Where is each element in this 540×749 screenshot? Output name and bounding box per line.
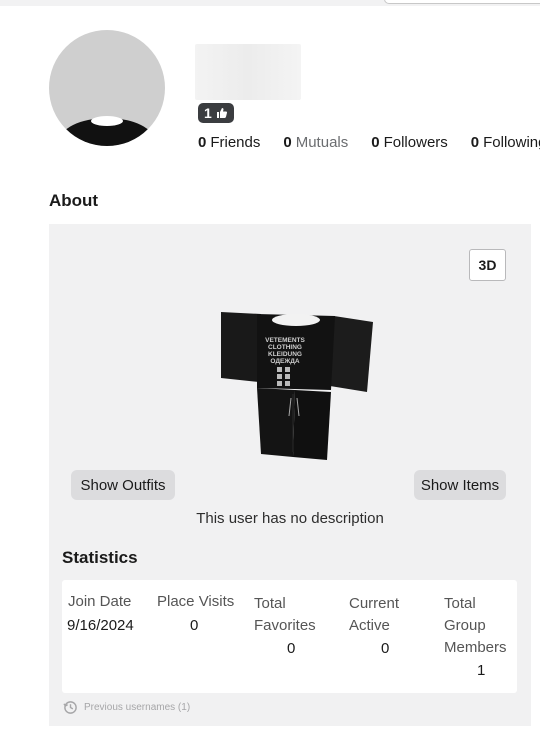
current-active-value: 0 xyxy=(381,640,390,657)
place-visits-label: Place Visits xyxy=(157,593,235,610)
thumbs-up-icon xyxy=(216,108,227,118)
history-icon xyxy=(63,701,77,714)
group-members-label-1: Total xyxy=(444,595,476,612)
profile-description: This user has no description xyxy=(196,510,384,527)
badge-count: 1 xyxy=(204,105,212,121)
profile-avatar[interactable] xyxy=(49,30,165,146)
about-panel: 3D VETEMENTS CLOTHING KLEIDUNG ОДЕЖДА Sh… xyxy=(49,224,531,726)
statistics-table: Join Date 9/16/2024 Place Visits 0 Total… xyxy=(62,580,517,693)
shirt-print-line-2: CLOTHING xyxy=(268,344,302,351)
total-favorites-label-2: Favorites xyxy=(254,617,316,634)
current-active-label-1: Current xyxy=(349,595,400,612)
verified-badge: 1 xyxy=(198,103,234,123)
following-num: 0 xyxy=(470,134,480,151)
mutuals-count[interactable]: 0 Mutuals xyxy=(283,134,348,151)
top-bar xyxy=(0,0,540,6)
show-outfits-button[interactable]: Show Outfits xyxy=(71,470,175,500)
group-members-value: 1 xyxy=(477,662,486,679)
avatar-3d-figure[interactable]: VETEMENTS CLOTHING KLEIDUNG ОДЕЖДА xyxy=(219,312,374,460)
avatar-collar xyxy=(91,116,123,126)
display-name-placeholder xyxy=(195,44,301,100)
stat-current-active: Current Active 0 xyxy=(349,593,400,657)
group-members-label-3: Members xyxy=(444,639,507,656)
followers-count[interactable]: 0 Followers xyxy=(371,134,448,151)
stat-join-date: Join Date 9/16/2024 xyxy=(67,593,134,634)
toggle-3d-button[interactable]: 3D xyxy=(469,249,506,281)
about-heading: About xyxy=(49,191,99,210)
following-label: Following xyxy=(483,134,540,151)
statistics-heading: Statistics xyxy=(62,548,138,567)
previous-usernames-link[interactable]: Previous usernames (1) xyxy=(63,700,190,715)
mutuals-label: Mutuals xyxy=(295,134,349,151)
shirt-print-line-1: VETEMENTS xyxy=(265,337,305,344)
stat-group-members: Total Group Members 1 xyxy=(444,593,507,679)
friends-label: Friends xyxy=(210,134,261,151)
current-active-label-2: Active xyxy=(349,617,390,634)
show-items-button[interactable]: Show Items xyxy=(414,470,506,500)
following-count[interactable]: 0 Following xyxy=(471,134,540,151)
connection-counts: 0 Friends 0 Mutuals 0 Followers 0 Follow… xyxy=(198,134,540,151)
shirt-print-line-3: KLEIDUNG xyxy=(268,351,302,358)
shirt-print-line-4: ОДЕЖДА xyxy=(270,358,299,365)
followers-label: Followers xyxy=(383,134,448,151)
mutuals-num: 0 xyxy=(283,134,292,151)
group-members-label-2: Group xyxy=(444,617,486,634)
stat-total-favorites: Total Favorites 0 xyxy=(254,593,316,657)
total-favorites-label-1: Total xyxy=(254,595,286,612)
join-date-value: 9/16/2024 xyxy=(67,617,134,634)
search-box[interactable] xyxy=(384,0,540,4)
previous-usernames-label: Previous usernames (1) xyxy=(84,702,191,713)
friends-num: 0 xyxy=(198,134,207,151)
place-visits-value: 0 xyxy=(190,617,199,634)
friends-count[interactable]: 0 Friends xyxy=(198,134,260,151)
stat-place-visits: Place Visits 0 xyxy=(157,593,235,634)
followers-num: 0 xyxy=(371,134,380,151)
join-date-label: Join Date xyxy=(68,593,132,610)
total-favorites-value: 0 xyxy=(287,640,296,657)
